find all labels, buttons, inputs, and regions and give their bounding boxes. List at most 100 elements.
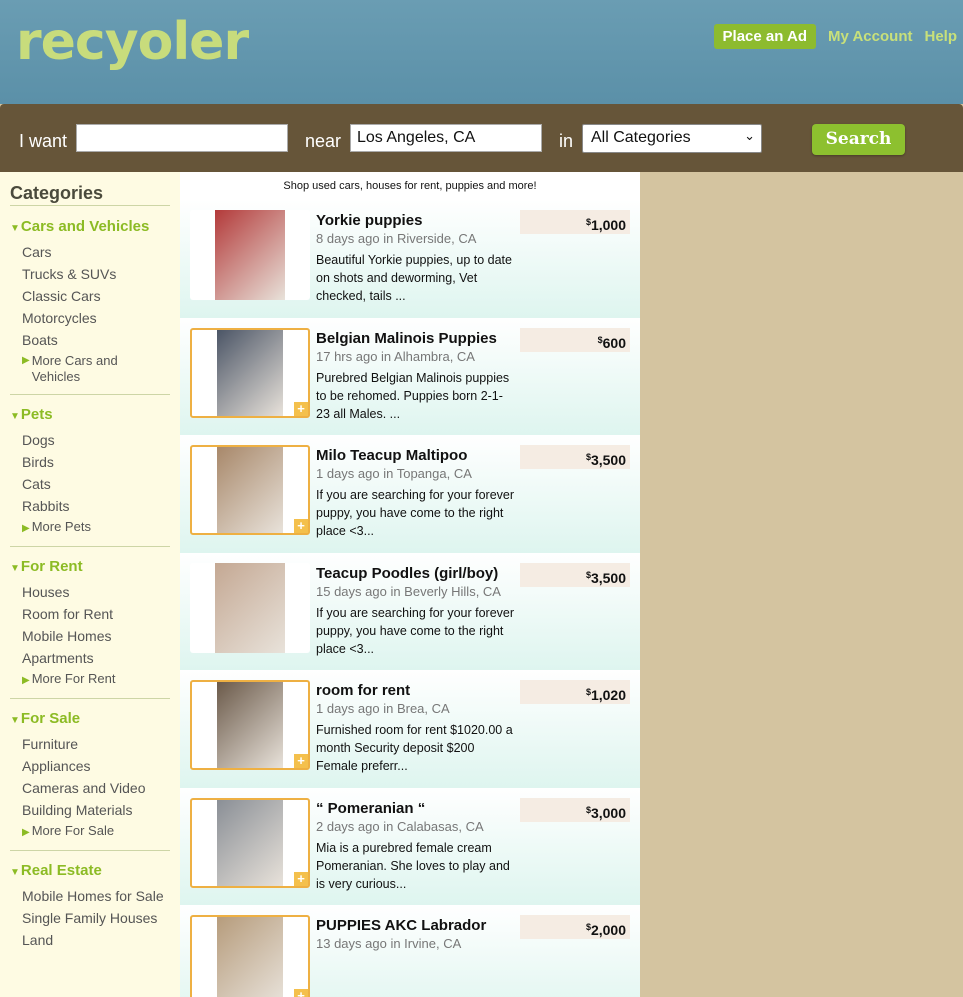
listing-thumbnail[interactable]: + bbox=[190, 445, 310, 535]
listing-price: $2,000 bbox=[520, 915, 630, 939]
site-header: recyoler Place an Ad My Account Help bbox=[0, 0, 963, 104]
listing-title[interactable]: room for rent bbox=[316, 682, 410, 699]
category-title[interactable]: ▼For Rent bbox=[10, 558, 170, 575]
recycler-logo[interactable]: recyoler bbox=[16, 12, 249, 72]
category-link[interactable]: Trucks & SUVs bbox=[22, 265, 170, 287]
triangle-down-icon: ▼ bbox=[10, 563, 20, 574]
help-link[interactable]: Help bbox=[924, 28, 957, 45]
category-group-cars-and-vehicles: ▼Cars and Vehicles Cars Trucks & SUVs Cl… bbox=[10, 218, 170, 395]
in-label: in bbox=[559, 131, 574, 151]
location-input[interactable] bbox=[350, 124, 542, 152]
listing-photo[interactable] bbox=[215, 562, 285, 653]
listing-description: Beautiful Yorkie puppies, up to date on … bbox=[316, 253, 512, 303]
category-link[interactable]: Birds bbox=[22, 453, 170, 475]
triangle-right-icon: ▶ bbox=[22, 827, 30, 838]
listing-row[interactable]: + “ Pomeranian “2 days ago in Calabasas, … bbox=[180, 787, 640, 905]
listing-thumbnail[interactable]: + bbox=[190, 797, 310, 888]
tagline: Shop used cars, houses for rent, puppies… bbox=[283, 180, 537, 192]
listing-row[interactable]: + room for rent 1 days ago in Brea, CA Furn… bbox=[180, 670, 640, 788]
category-title[interactable]: ▼For Sale bbox=[10, 710, 170, 727]
category-link[interactable]: Mobile Homes bbox=[22, 627, 170, 649]
category-title[interactable]: ▼Real Estate bbox=[10, 862, 170, 879]
triangle-down-icon: ▼ bbox=[10, 411, 20, 422]
listing-thumbnail[interactable]: + bbox=[190, 680, 310, 770]
listing-photo[interactable] bbox=[215, 210, 285, 300]
listing-photo[interactable] bbox=[217, 329, 283, 416]
more-category-link[interactable]: ▶ More Pets bbox=[22, 519, 170, 537]
listing-thumbnail[interactable]: + bbox=[190, 915, 310, 997]
category-link[interactable]: Dogs bbox=[22, 431, 170, 453]
category-title[interactable]: ▼Cars and Vehicles bbox=[10, 218, 170, 235]
category-link[interactable]: Mobile Homes for Sale bbox=[22, 887, 170, 909]
listing-row[interactable]: + Belgian Malinois Puppies 17 hrs ago in A… bbox=[180, 317, 640, 435]
near-label: near bbox=[305, 131, 342, 151]
listing-row[interactable]: + PUPPIES AKC Labrador 13 days ago in Irvi… bbox=[180, 905, 640, 997]
category-link[interactable]: Motorcycles bbox=[22, 309, 170, 331]
triangle-right-icon: ▶ bbox=[22, 523, 30, 534]
listing-title[interactable]: Yorkie puppies bbox=[316, 212, 422, 229]
category-link[interactable]: Cars bbox=[22, 243, 170, 265]
category-link[interactable]: Building Materials bbox=[22, 801, 170, 823]
category-link[interactable]: Classic Cars bbox=[22, 287, 170, 309]
triangle-right-icon: ▶ bbox=[22, 355, 30, 366]
listing-thumbnail[interactable]: + bbox=[190, 327, 310, 418]
listing-row[interactable]: Teacup Poodles (girl/boy) 15 days ago in … bbox=[180, 552, 640, 697]
place-ad-button[interactable]: Place an Ad bbox=[713, 24, 817, 49]
listing-description: If you are searching for your forever pu… bbox=[316, 605, 515, 656]
category-group-pets: ▼Pets Dogs Birds Cats Rabbits ▶ More Pets bbox=[10, 406, 170, 547]
listing-row[interactable]: Yorkie puppies 8 days ago in Riverside, C… bbox=[180, 200, 640, 318]
listing-meta: 17 hrs ago in Alhambra, CA bbox=[316, 348, 475, 364]
category-link[interactable]: Cameras and Video bbox=[22, 779, 170, 801]
listing-photo[interactable] bbox=[217, 447, 283, 533]
more-photos-icon[interactable]: + bbox=[294, 989, 308, 997]
top-nav: Place an Ad My Account Help bbox=[713, 24, 957, 49]
listing-price: $1,020 bbox=[520, 680, 630, 704]
sidebar-title: Categories bbox=[10, 172, 170, 206]
listing-meta: 2 days ago in Calabasas, CA bbox=[316, 818, 484, 834]
listing-meta: 1 days ago in Brea, CA bbox=[316, 701, 450, 716]
listing-list: Yorkie puppies 8 days ago in Riverside, C… bbox=[180, 200, 640, 997]
category-link[interactable]: Land bbox=[22, 931, 170, 953]
more-photos-icon[interactable]: + bbox=[294, 519, 308, 533]
triangle-down-icon: ▼ bbox=[10, 867, 20, 878]
listing-title[interactable]: Teacup Poodles (girl/boy) bbox=[316, 565, 498, 582]
category-title[interactable]: ▼Pets bbox=[10, 406, 170, 423]
listings-panel: Shop used cars, houses for rent, puppies… bbox=[180, 172, 640, 997]
listing-price: $600 bbox=[520, 327, 630, 352]
triangle-down-icon: ▼ bbox=[10, 223, 20, 234]
categories-sidebar: Categories ▼Cars and Vehicles Cars Truck… bbox=[0, 172, 180, 997]
category-link[interactable]: Appliances bbox=[22, 757, 170, 779]
listing-photo[interactable] bbox=[217, 799, 283, 886]
my-account-link[interactable]: My Account bbox=[828, 28, 912, 45]
listing-meta: 15 days ago in Beverly Hills, CA bbox=[316, 583, 501, 599]
listing-thumbnail[interactable] bbox=[190, 210, 310, 300]
more-category-link[interactable]: ▶ More For Rent bbox=[22, 671, 170, 689]
category-group-for-sale: ▼For Sale Furniture Appliances Cameras a… bbox=[10, 710, 170, 851]
category-link[interactable]: Furniture bbox=[22, 735, 170, 757]
category-link[interactable]: Room for Rent bbox=[22, 605, 170, 627]
listing-title[interactable]: “ Pomeranian “ bbox=[316, 800, 425, 817]
category-link[interactable]: Cats bbox=[22, 475, 170, 497]
more-category-link[interactable]: ▶ More Cars and Vehicles bbox=[22, 353, 170, 385]
keyword-input[interactable] bbox=[76, 124, 288, 152]
listing-photo[interactable] bbox=[217, 917, 283, 997]
category-link[interactable]: Rabbits bbox=[22, 497, 170, 519]
listing-title[interactable]: PUPPIES AKC Labrador bbox=[316, 917, 486, 934]
listing-photo[interactable] bbox=[217, 682, 283, 768]
category-link[interactable]: Houses bbox=[22, 583, 170, 605]
more-photos-icon[interactable]: + bbox=[294, 754, 308, 768]
listing-title[interactable]: Belgian Malinois Puppies bbox=[316, 330, 497, 347]
listing-thumbnail[interactable] bbox=[190, 562, 310, 653]
category-group-real-estate: ▼Real Estate Mobile Homes for Sale Singl… bbox=[10, 862, 170, 962]
search-button[interactable]: Search bbox=[812, 124, 905, 155]
more-photos-icon[interactable]: + bbox=[294, 871, 308, 886]
category-select[interactable]: All Categories ⌄ bbox=[582, 124, 762, 153]
more-photos-icon[interactable]: + bbox=[294, 401, 308, 416]
listing-title[interactable]: Milo Teacup Maltipoo bbox=[316, 447, 467, 464]
more-category-link[interactable]: ▶ More For Sale bbox=[22, 823, 170, 841]
category-link[interactable]: Apartments bbox=[22, 649, 170, 671]
listing-row[interactable]: + Milo Teacup Maltipoo 1 days ago in Topan… bbox=[180, 435, 640, 579]
listing-meta: 1 days ago in Topanga, CA bbox=[316, 466, 472, 481]
category-link[interactable]: Single Family Houses bbox=[22, 909, 170, 931]
category-link[interactable]: Boats bbox=[22, 331, 170, 353]
